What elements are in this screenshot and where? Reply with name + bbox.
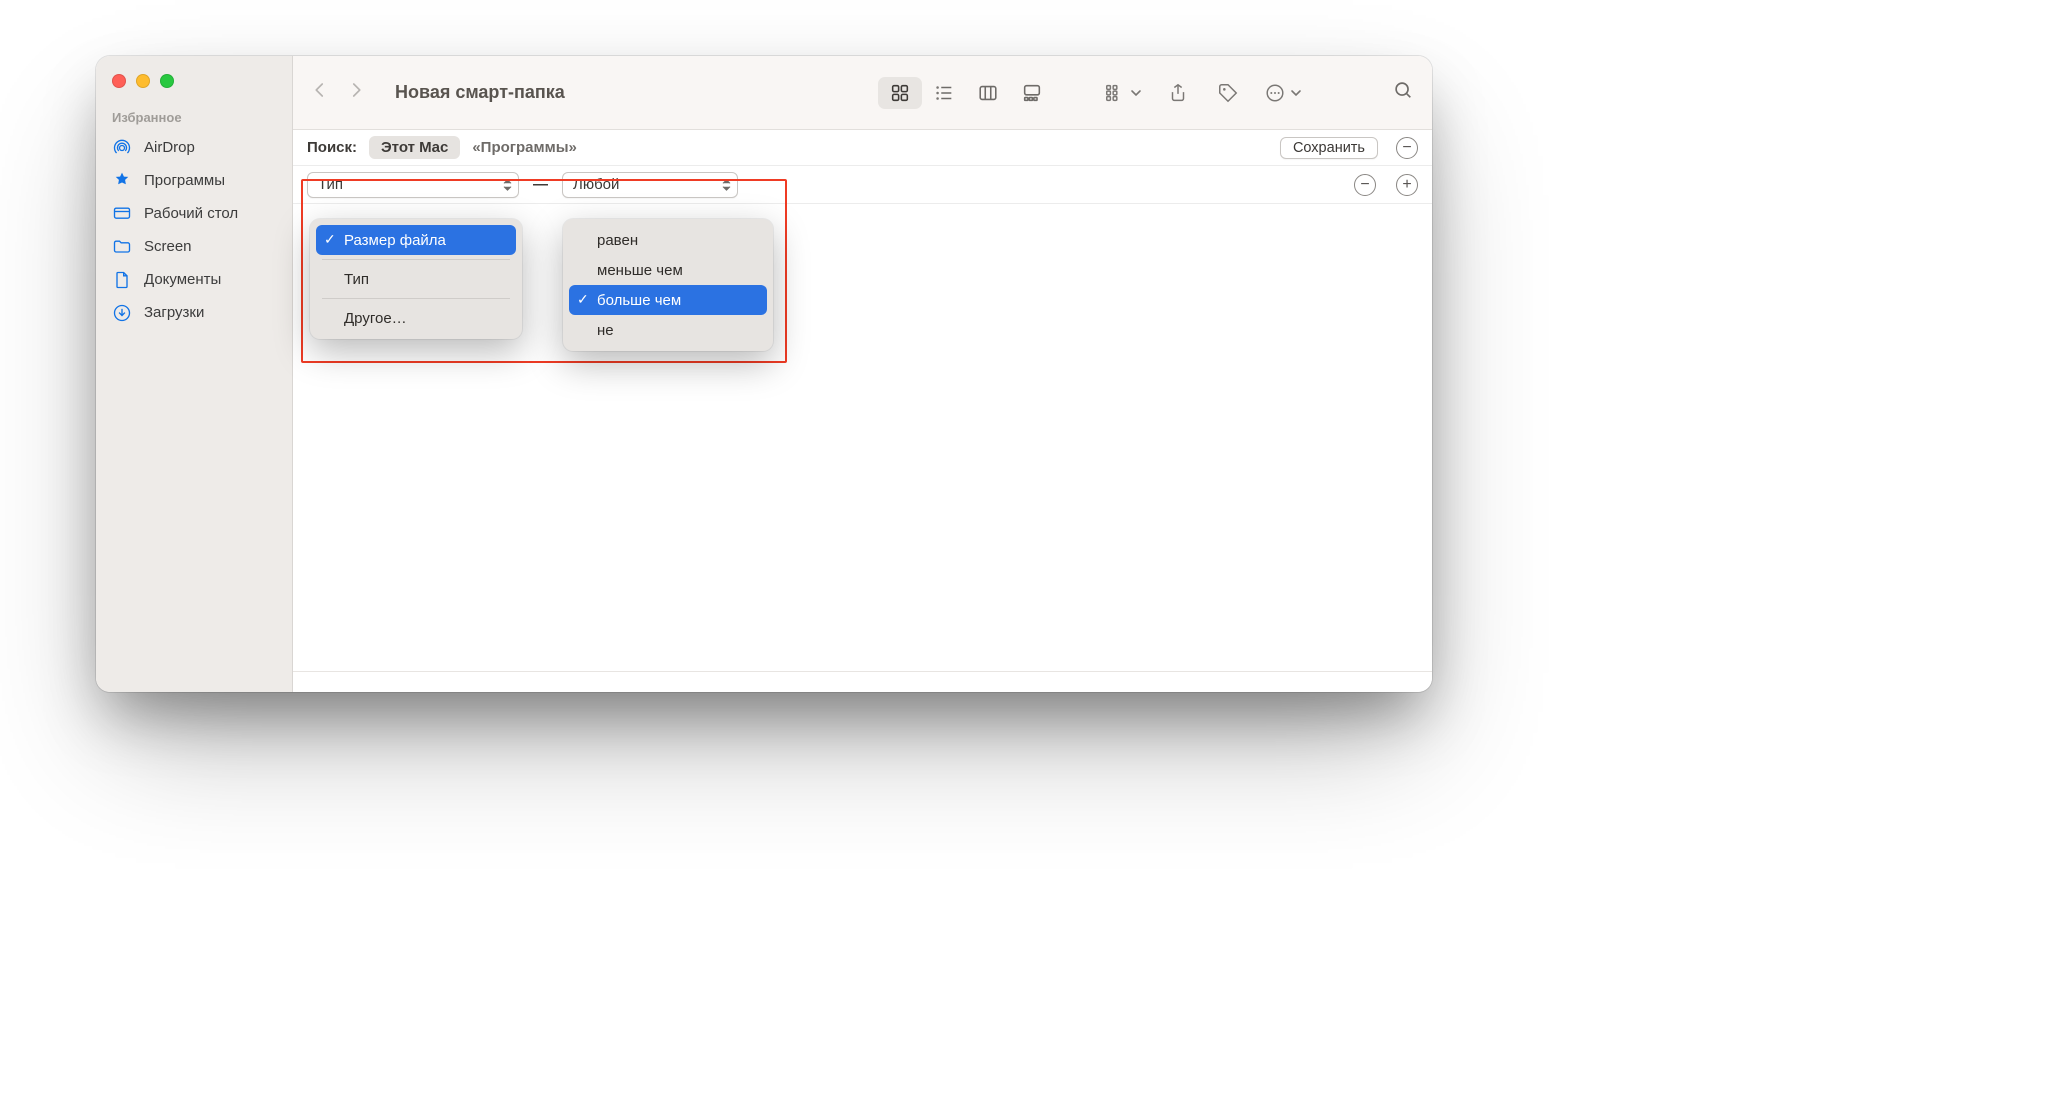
rule-attribute-combo[interactable]: Тип [307, 172, 519, 198]
document-icon [112, 270, 132, 290]
dropdown-item-label: не [597, 322, 614, 339]
minimize-button[interactable] [136, 74, 150, 88]
dropdown-item-label: больше чем [597, 292, 681, 309]
search-button[interactable] [1392, 79, 1414, 106]
dropdown-separator [322, 298, 510, 299]
dropdown-item-label: Тип [344, 271, 369, 288]
remove-rule-button[interactable]: − [1354, 174, 1376, 196]
dropdown-item-label: равен [597, 232, 638, 249]
sidebar-item-screen[interactable]: Screen [96, 230, 292, 263]
search-rule-row: Тип — Любой − + [293, 166, 1432, 204]
window-title: Новая смарт-папка [395, 82, 565, 103]
sidebar-item-airdrop[interactable]: AirDrop [96, 131, 292, 164]
sidebar-item-applications[interactable]: Программы [96, 164, 292, 197]
operator-dropdown[interactable]: равен меньше чем больше чем не [563, 219, 773, 351]
close-button[interactable] [112, 74, 126, 88]
chevron-down-icon [1130, 87, 1142, 99]
view-mode-group [878, 77, 1054, 109]
sidebar-item-label: Рабочий стол [144, 203, 238, 224]
group-by-button[interactable] [1104, 79, 1142, 107]
window-controls [96, 74, 292, 88]
view-icons-button[interactable] [878, 77, 922, 109]
main-area: Новая смарт-папка [293, 56, 1432, 692]
rule-separator: — [533, 176, 548, 193]
scope-bar: Поиск: Этот Mac «Программы» Сохранить − [293, 130, 1432, 166]
dropdown-separator [322, 259, 510, 260]
rule-value-combo[interactable]: Любой [562, 172, 738, 198]
dropdown-item-less-than[interactable]: меньше чем [569, 255, 767, 285]
combo-value: Тип [318, 176, 343, 193]
airdrop-icon [112, 138, 132, 158]
remove-scope-button[interactable]: − [1396, 137, 1418, 159]
view-list-button[interactable] [922, 77, 966, 109]
chevron-down-icon [1290, 87, 1302, 99]
dropdown-item-equals[interactable]: равен [569, 225, 767, 255]
toolbar: Новая смарт-папка [293, 56, 1432, 130]
sidebar-item-label: Документы [144, 269, 221, 290]
dropdown-item-file-size[interactable]: Размер файла [316, 225, 516, 255]
share-button[interactable] [1164, 79, 1192, 107]
share-icon [1167, 82, 1189, 104]
more-actions-button[interactable] [1264, 79, 1302, 107]
sidebar-item-label: Программы [144, 170, 225, 191]
attribute-dropdown[interactable]: Размер файла Тип Другое… [310, 219, 522, 339]
zoom-button[interactable] [160, 74, 174, 88]
dropdown-item-label: Другое… [344, 310, 407, 327]
sidebar: Избранное AirDrop Программы [96, 56, 293, 692]
gallery-icon [1021, 82, 1043, 104]
sidebar-item-documents[interactable]: Документы [96, 263, 292, 296]
dropdown-item-other[interactable]: Другое… [316, 303, 516, 333]
sidebar-item-label: AirDrop [144, 137, 195, 158]
search-icon [1392, 79, 1414, 101]
more-icon [1264, 82, 1286, 104]
downloads-icon [112, 303, 132, 323]
applications-icon [112, 171, 132, 191]
stepper-icon [722, 178, 731, 191]
chevron-right-icon [347, 79, 365, 101]
chevron-left-icon [311, 79, 329, 101]
finder-window: Избранное AirDrop Программы [96, 56, 1432, 692]
status-bar-divider [293, 671, 1432, 672]
folder-icon [112, 237, 132, 257]
group-icon [1104, 82, 1126, 104]
combo-value: Любой [573, 176, 619, 193]
grid-icon [889, 82, 911, 104]
toolbar-actions [1104, 79, 1302, 107]
dropdown-item-label: Размер файла [344, 232, 446, 249]
save-button[interactable]: Сохранить [1280, 137, 1378, 159]
scope-this-mac[interactable]: Этот Mac [369, 136, 460, 159]
dropdown-item-not[interactable]: не [569, 315, 767, 345]
desktop-icon [112, 204, 132, 224]
sidebar-section-label: Избранное [96, 110, 292, 131]
sidebar-item-label: Загрузки [144, 302, 204, 323]
scope-alt[interactable]: «Программы» [472, 139, 577, 156]
stepper-icon [503, 178, 512, 191]
dropdown-item-label: меньше чем [597, 262, 683, 279]
sidebar-item-desktop[interactable]: Рабочий стол [96, 197, 292, 230]
view-columns-button[interactable] [966, 77, 1010, 109]
list-icon [933, 82, 955, 104]
dropdown-item-greater-than[interactable]: больше чем [569, 285, 767, 315]
tags-button[interactable] [1214, 79, 1242, 107]
add-rule-button[interactable]: + [1396, 174, 1418, 196]
dropdown-item-type[interactable]: Тип [316, 264, 516, 294]
nav-forward-button[interactable] [347, 79, 365, 106]
nav-back-button[interactable] [311, 79, 329, 106]
sidebar-item-label: Screen [144, 236, 192, 257]
scope-label: Поиск: [307, 139, 357, 156]
view-gallery-button[interactable] [1010, 77, 1054, 109]
sidebar-item-downloads[interactable]: Загрузки [96, 296, 292, 329]
columns-icon [977, 82, 999, 104]
tag-icon [1217, 82, 1239, 104]
